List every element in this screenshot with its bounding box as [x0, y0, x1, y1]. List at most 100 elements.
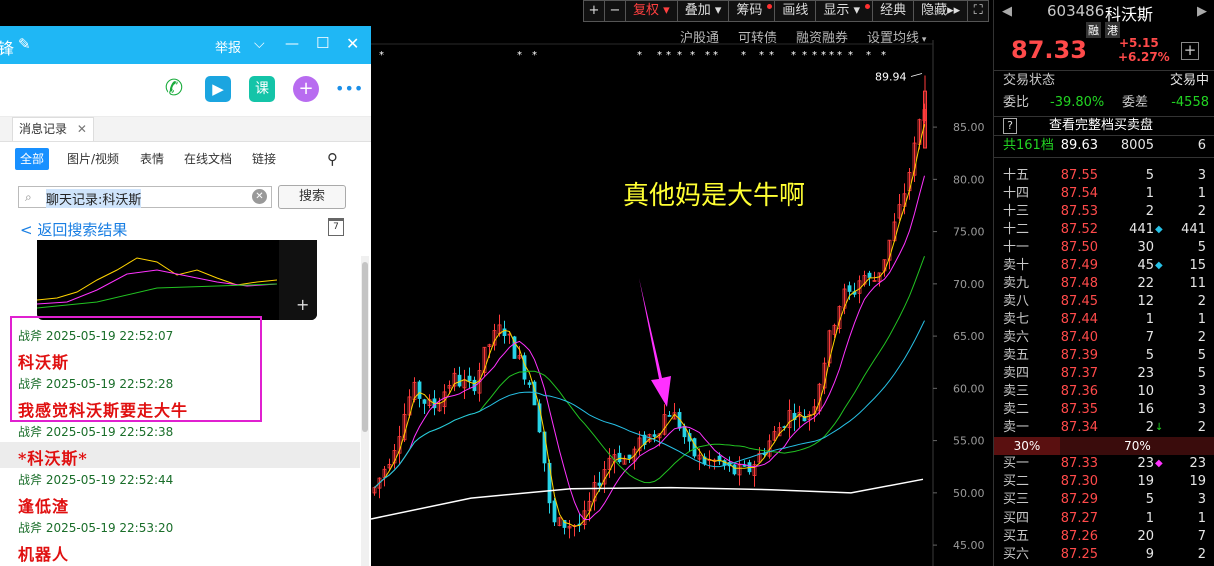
chart-screenshot-thumbnail[interactable]: +	[37, 240, 317, 320]
level-change: 5	[1197, 240, 1206, 255]
sell-level-row[interactable]: 卖二 87.35 16 3	[994, 401, 1214, 419]
chart-sub-toolbar: 沪股通 可转债 融资融券 设置均线 ▾	[680, 27, 945, 46]
sell-level-row[interactable]: 十四 87.54 1 1	[994, 185, 1214, 203]
chat-tab-strip: 消息记录 ✕	[0, 117, 371, 142]
sell-level-row[interactable]: 卖七 87.44 1 1	[994, 311, 1214, 329]
sell-level-row[interactable]: 十三 87.53 2 2	[994, 203, 1214, 221]
back-to-results-link[interactable]: < 返回搜索结果	[20, 219, 127, 240]
chat-title-bar[interactable]: 锋 ✎ 举报 ⌵ — ☐ ✕	[0, 26, 371, 64]
phone-icon[interactable]: ✆	[161, 76, 187, 102]
filter-all[interactable]: 全部	[15, 148, 50, 170]
level-change: 2	[1197, 204, 1206, 219]
add-watchlist-icon[interactable]: +	[1181, 42, 1199, 60]
next-stock-icon[interactable]: ▶	[1197, 4, 1207, 19]
level-label: 卖四	[1003, 366, 1030, 381]
prev-stock-icon[interactable]: ◀	[1002, 4, 1012, 19]
message-text: 机器人	[18, 545, 70, 564]
close-icon[interactable]: ✕	[346, 34, 359, 53]
candle-body	[527, 382, 532, 385]
ma-settings-link[interactable]: 设置均线 ▾	[867, 27, 926, 46]
kline-chart[interactable]: 85.00 80.00 75.00 70.00 65.00 60.00 55.00 50.00…	[371, 0, 993, 566]
candle-body	[522, 355, 527, 380]
overlay-button[interactable]: 叠加 ▾	[676, 0, 730, 22]
kline-chart-area[interactable]: 85.00 80.00 75.00 70.00 65.00 60.00 55.00 50.00…	[371, 0, 993, 566]
hk-connect-link[interactable]: 沪股通	[680, 27, 719, 46]
filter-emoji[interactable]: 表情	[135, 148, 169, 170]
buy-level-row[interactable]: 买三 87.29 5 3	[994, 491, 1214, 509]
sell-level-row[interactable]: 卖十 87.49 45 ◆ 15	[994, 257, 1214, 275]
fuquan-button[interactable]: 复权 ▾	[625, 0, 678, 22]
level-volume: 7	[1145, 330, 1154, 345]
sell-level-row[interactable]: 卖三 87.36 10 3	[994, 383, 1214, 401]
filter-media[interactable]: 图片/视频	[62, 148, 124, 170]
chip-distribution-button[interactable]: 筹码	[728, 0, 776, 22]
maximize-icon[interactable]: ☐	[316, 34, 329, 52]
buy-level-row[interactable]: 买五 87.26 20 7	[994, 528, 1214, 546]
minimize-icon[interactable]: —	[285, 36, 299, 52]
add-app-icon[interactable]: +	[293, 76, 319, 102]
candle-body	[627, 454, 632, 459]
sell-level-row[interactable]: 十一 87.50 30 5	[994, 239, 1214, 257]
calendar-icon[interactable]: 7	[328, 218, 344, 236]
level-volume: 45	[1137, 258, 1154, 273]
level-change: 3	[1197, 168, 1206, 183]
sell-level-row[interactable]: 卖六 87.40 7 2	[994, 329, 1214, 347]
zoom-out-button[interactable]: −	[604, 0, 626, 22]
more-icon[interactable]: •••	[335, 76, 363, 102]
sell-level-row[interactable]: 卖五 87.39 5 5	[994, 347, 1214, 365]
buy-level-row[interactable]: 买二 87.30 19 19	[994, 473, 1214, 491]
level-label: 买五	[1003, 528, 1030, 544]
search-input[interactable]: ⌕ 聊天记录:科沃斯 ✕	[18, 186, 272, 208]
level-volume: 22	[1137, 276, 1154, 291]
level-label: 卖一	[1003, 420, 1030, 435]
filter-icon[interactable]: ⚲	[322, 148, 343, 170]
annotation-text: 真他妈是大牛啊	[623, 181, 805, 211]
draw-line-button[interactable]: 画线	[774, 0, 817, 22]
level-volume: 441	[1129, 222, 1154, 237]
full-depth-row[interactable]: ? 查看完整档买卖盘	[994, 116, 1214, 136]
buy-level-row[interactable]: 买一 87.33 23 ◆ 23	[994, 455, 1214, 473]
level-price: 87.44	[1060, 312, 1098, 327]
sell-level-row[interactable]: 卖四 87.37 23 5	[994, 365, 1214, 383]
scrollbar-thumb[interactable]	[362, 262, 368, 432]
report-link[interactable]: 举报	[215, 37, 241, 56]
event-marker-icon: *	[517, 50, 522, 61]
filter-links[interactable]: 链接	[247, 148, 281, 170]
sell-level-row[interactable]: 卖九 87.48 22 11	[994, 275, 1214, 293]
message-item[interactable]: 战斧 2025-05-19 22:52:44 逢低渣	[18, 471, 173, 517]
candle-body	[652, 434, 657, 437]
search-button[interactable]: 搜索	[278, 185, 346, 209]
level-label: 卖二	[1003, 402, 1030, 417]
tab-message-history[interactable]: 消息记录 ✕	[12, 117, 94, 141]
display-button[interactable]: 显示 ▾	[815, 0, 874, 22]
ma-settings-label: 设置均线	[867, 31, 920, 46]
event-marker-icon: *	[713, 50, 718, 61]
message-item[interactable]: 战斧 2025-05-19 22:53:20 机器人	[18, 519, 173, 565]
level-change: 3	[1197, 492, 1206, 508]
buy-level-row[interactable]: 买四 87.27 1 1	[994, 510, 1214, 528]
margin-trading-link[interactable]: 融资融券	[796, 27, 848, 46]
filter-docs[interactable]: 在线文档	[179, 148, 237, 170]
sell-level-row[interactable]: 卖一 87.34 2 ↓ 2	[994, 419, 1214, 437]
sell-level-row[interactable]: 十二 87.52 441 ◆ 441	[994, 221, 1214, 239]
message-sender: 战斧	[18, 473, 43, 487]
video-icon[interactable]: ▶	[205, 76, 231, 102]
hide-button[interactable]: 隐藏▸▸	[913, 0, 969, 22]
fullscreen-icon[interactable]: ⛶	[967, 0, 990, 22]
zoom-in-button[interactable]: +	[583, 0, 605, 22]
lesson-icon[interactable]: 课	[249, 76, 275, 102]
sell-level-row[interactable]: 十五 87.55 5 3	[994, 167, 1214, 185]
buy-level-row[interactable]: 买六 87.25 9 2	[994, 546, 1214, 564]
chevron-down-icon[interactable]: ⌵	[254, 36, 265, 52]
level-change: 5	[1197, 366, 1206, 381]
close-icon[interactable]: ✕	[77, 122, 87, 136]
level-label: 卖七	[1003, 312, 1030, 327]
edit-icon[interactable]: ✎	[18, 35, 31, 53]
sell-level-row[interactable]: 卖八 87.45 12 2	[994, 293, 1214, 311]
message-item[interactable]: 战斧 2025-05-19 22:52:38 *科沃斯*	[18, 423, 173, 469]
level-price: 87.54	[1060, 186, 1098, 201]
clear-icon[interactable]: ✕	[252, 189, 267, 204]
classic-button[interactable]: 经典	[872, 0, 915, 22]
level-change: 5	[1197, 348, 1206, 363]
convertible-bond-link[interactable]: 可转债	[738, 27, 777, 46]
